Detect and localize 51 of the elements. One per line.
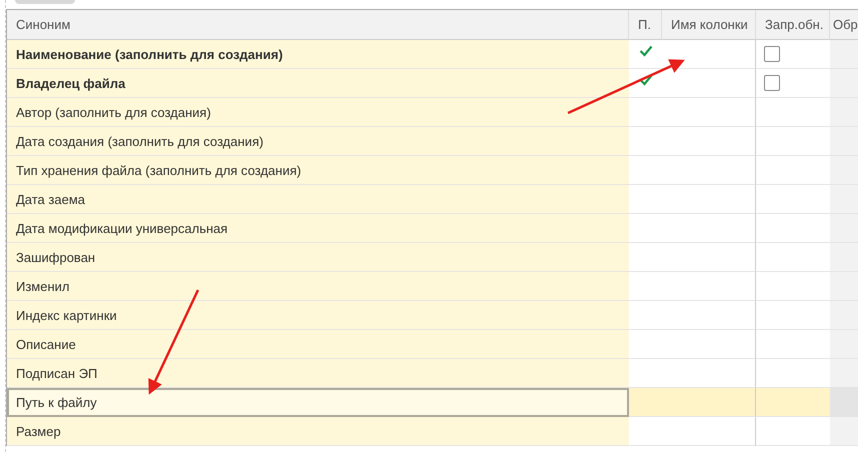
table-cell[interactable] [830, 301, 858, 330]
table-cell[interactable] [662, 272, 756, 301]
table-cell[interactable] [830, 417, 858, 446]
table-cell[interactable]: Автор (заполнить для создания) [7, 98, 629, 127]
table-cell[interactable]: Зашифрован [7, 243, 629, 272]
table-cell[interactable] [830, 330, 858, 359]
table-cell[interactable] [830, 214, 858, 243]
table-cell[interactable]: Подписан ЭП [7, 359, 629, 388]
table-cell[interactable] [662, 388, 756, 417]
table-cell[interactable] [830, 127, 858, 156]
column-header[interactable]: Имя колонки [662, 10, 756, 40]
column-header[interactable]: Запр.обн. [756, 10, 830, 40]
column-header[interactable]: Синоним [7, 10, 629, 40]
table-cell[interactable]: Путь к файлу [7, 388, 629, 417]
table-cell[interactable] [830, 185, 858, 214]
table-cell[interactable] [662, 301, 756, 330]
table-cell[interactable] [830, 69, 858, 98]
table-cell[interactable]: Тип хранения файла (заполнить для создания) [7, 156, 629, 185]
table-cell[interactable] [830, 359, 858, 388]
table-cell[interactable] [662, 69, 756, 98]
table-cell[interactable] [629, 388, 662, 417]
table-cell[interactable]: Изменил [7, 272, 629, 301]
table-cell[interactable]: Владелец файла [7, 69, 629, 98]
table-cell[interactable] [662, 185, 756, 214]
table-cell[interactable]: Описание [7, 330, 629, 359]
table-cell[interactable] [830, 156, 858, 185]
table-cell[interactable] [830, 272, 858, 301]
table-cell[interactable] [662, 243, 756, 272]
table-cell[interactable] [830, 388, 858, 417]
table-cell[interactable] [830, 40, 858, 69]
table-cell[interactable]: Размер [7, 417, 629, 446]
table-cell[interactable] [830, 98, 858, 127]
table-cell[interactable] [662, 214, 756, 243]
checkbox[interactable] [764, 75, 780, 91]
table-cell[interactable] [662, 127, 756, 156]
checkbox[interactable] [764, 46, 780, 62]
table-cell[interactable] [662, 98, 756, 127]
table-cell[interactable] [830, 243, 858, 272]
table-cell[interactable]: Индекс картинки [7, 301, 629, 330]
table-cell[interactable] [662, 40, 756, 69]
table-cell[interactable] [662, 330, 756, 359]
column-header[interactable]: П. [629, 10, 662, 40]
table-cell[interactable] [756, 388, 830, 417]
table-cell[interactable]: Наименование (заполнить для создания) [7, 40, 629, 69]
column-header[interactable]: Обр [830, 10, 858, 40]
table-cell[interactable]: Дата создания (заполнить для создания) [7, 127, 629, 156]
table-cell[interactable]: Дата модификации универсальная [7, 214, 629, 243]
table-cell[interactable] [662, 417, 756, 446]
table-cell[interactable] [662, 359, 756, 388]
table-cell[interactable] [662, 156, 756, 185]
table-cell[interactable]: Дата заема [7, 185, 629, 214]
